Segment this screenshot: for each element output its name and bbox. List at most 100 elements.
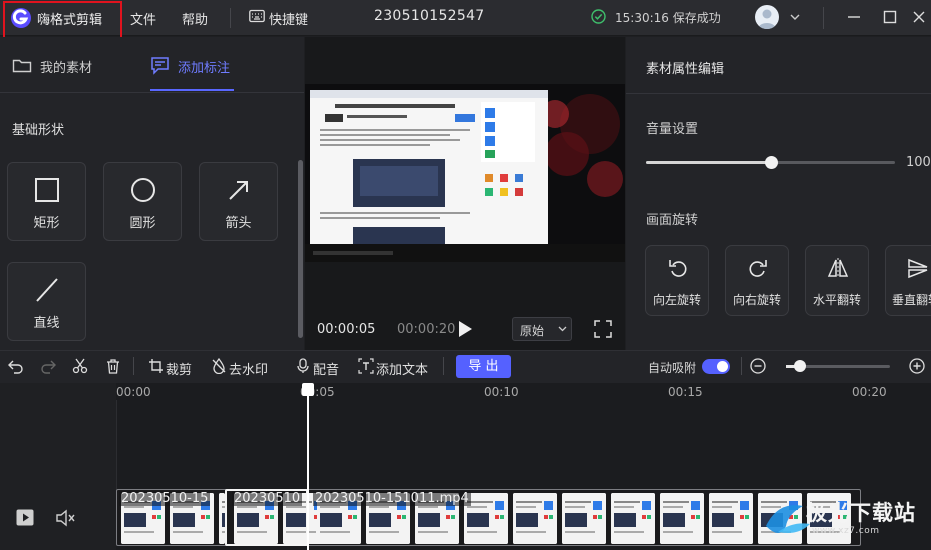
play-icon[interactable]	[457, 320, 473, 338]
add-text-button[interactable]: 添加文本	[376, 359, 428, 378]
auto-snap-toggle[interactable]	[702, 359, 730, 374]
dub-button[interactable]: 配音	[313, 359, 339, 378]
rotation-label: 向右旋转	[732, 293, 781, 307]
playhead[interactable]	[307, 383, 309, 550]
current-time: 00:00:05	[317, 322, 376, 337]
export-button[interactable]: 导 出	[456, 355, 511, 378]
timeline-start-line	[116, 400, 117, 490]
section-title: 基础形状	[12, 123, 65, 138]
aspect-ratio-select[interactable]: 原始	[512, 317, 572, 341]
ruler-label: 00:00	[116, 385, 151, 399]
shape-label: 箭头	[225, 216, 252, 231]
crop-icon[interactable]	[148, 358, 164, 374]
rotation-label: 向左旋转	[652, 293, 701, 307]
save-status: 15:30:16 保存成功	[615, 11, 721, 25]
rotation-label: 画面旋转	[646, 213, 699, 228]
auto-snap-label: 自动吸附	[648, 361, 697, 375]
track-preview-icon[interactable]	[16, 509, 34, 526]
close-icon[interactable]	[910, 8, 928, 26]
user-avatar[interactable]	[755, 5, 779, 29]
redo-icon[interactable]	[40, 358, 56, 374]
flip-horizontal-icon	[827, 257, 849, 279]
fullscreen-icon[interactable]	[594, 320, 612, 338]
track-volume-icon[interactable]	[55, 508, 77, 528]
volume-value: 100	[906, 155, 931, 170]
undo-icon[interactable]	[8, 358, 24, 374]
remove-watermark-button[interactable]: 去水印	[229, 359, 268, 378]
toggle-knob	[717, 361, 728, 372]
shape-label: 直线	[33, 316, 60, 331]
left-panel-scrollbar[interactable]	[298, 160, 303, 338]
microphone-icon[interactable]	[295, 358, 311, 374]
flip-horizontal-button[interactable]: 水平翻转	[805, 245, 869, 316]
folder-icon[interactable]	[12, 57, 32, 74]
rotate-left-icon	[667, 257, 689, 279]
divider	[741, 357, 742, 375]
zoom-out-icon[interactable]	[750, 358, 766, 374]
total-time: 00:00:20	[397, 322, 456, 337]
project-name[interactable]: 230510152547	[374, 8, 485, 24]
divider	[230, 8, 231, 28]
selected-clip[interactable]	[225, 489, 308, 546]
circle-icon	[130, 177, 156, 203]
menu-help[interactable]: 帮助	[182, 9, 208, 28]
volume-slider-handle[interactable]	[764, 156, 778, 169]
clip-name: 20230510-151011.mp4	[313, 491, 471, 506]
shape-arrow-button[interactable]: 箭头	[199, 162, 278, 241]
rectangle-icon	[34, 177, 60, 203]
clip-thumbnail	[562, 493, 606, 544]
volume-slider-fill	[646, 161, 771, 164]
app-logo-icon	[10, 7, 32, 29]
shape-label: 矩形	[33, 216, 60, 231]
scissors-icon[interactable]	[72, 358, 88, 374]
rotate-right-icon	[747, 257, 769, 279]
shape-rectangle-button[interactable]: 矩形	[7, 162, 86, 241]
app-name: 嗨格式剪辑	[37, 13, 103, 28]
trash-icon[interactable]	[105, 358, 121, 374]
properties-title: 素材属性编辑	[646, 62, 725, 77]
divider	[443, 357, 444, 375]
ruler-label: 00:15	[668, 385, 703, 399]
minimize-icon[interactable]	[845, 8, 863, 26]
zoom-in-icon[interactable]	[909, 358, 925, 374]
zoom-slider-handle[interactable]	[794, 360, 806, 372]
rotate-right-button[interactable]: 向右旋转	[725, 245, 789, 316]
check-circle-icon	[591, 9, 606, 24]
divider	[133, 357, 134, 375]
shape-line-button[interactable]: 直线	[7, 262, 86, 341]
keyboard-icon[interactable]	[249, 9, 265, 23]
divider	[626, 93, 931, 94]
clip-thumbnail	[611, 493, 655, 544]
divider	[823, 7, 824, 29]
comment-icon[interactable]	[150, 56, 170, 75]
maximize-icon[interactable]	[881, 8, 899, 26]
tab-add-annotation[interactable]: 添加标注	[178, 57, 230, 76]
menu-file[interactable]: 文件	[130, 9, 156, 28]
crop-button[interactable]: 裁剪	[166, 359, 192, 378]
ruler-label: 00:20	[852, 385, 887, 399]
playhead-handle[interactable]	[302, 383, 314, 396]
watermark-remove-icon[interactable]	[211, 358, 227, 374]
add-text-icon[interactable]	[358, 358, 374, 374]
tab-my-materials[interactable]: 我的素材	[40, 57, 92, 76]
clip-thumbnail	[513, 493, 557, 544]
arrow-icon	[226, 177, 252, 203]
rotation-label: 水平翻转	[812, 293, 861, 307]
flip-vertical-button[interactable]: 垂直翻转	[885, 245, 931, 316]
aspect-ratio-value: 原始	[520, 324, 545, 338]
time-ruler[interactable]: 00:00 00:05 00:10 00:15 00:20	[116, 383, 931, 407]
clip-thumbnail	[709, 493, 753, 544]
clip-thumbnail	[660, 493, 704, 544]
shape-circle-button[interactable]: 圆形	[103, 162, 182, 241]
chevron-down-icon[interactable]	[789, 12, 801, 22]
shortcut-button[interactable]: 快捷键	[269, 9, 308, 28]
rotate-left-button[interactable]: 向左旋转	[645, 245, 709, 316]
clip-name: 20230510-15	[119, 491, 211, 506]
flip-vertical-icon	[907, 257, 929, 279]
shape-label: 圆形	[129, 216, 156, 231]
watermark-text: 极光下载站	[806, 501, 916, 525]
watermark-subtext: www.xz7.com	[812, 526, 880, 536]
chevron-down-icon	[558, 326, 567, 332]
active-tab-indicator	[150, 89, 234, 91]
video-preview[interactable]	[305, 84, 625, 262]
